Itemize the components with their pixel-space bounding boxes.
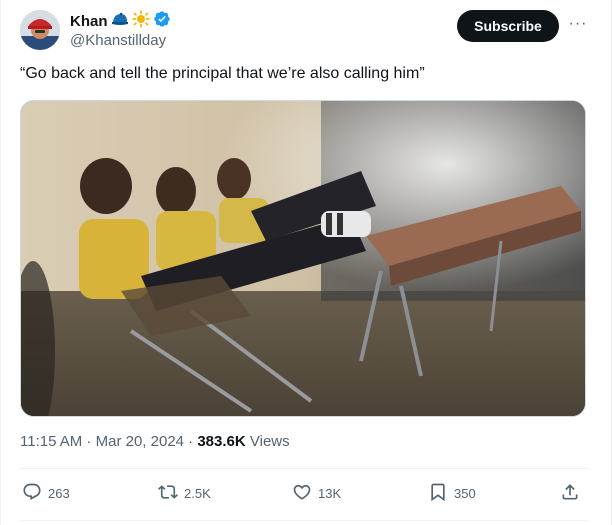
- author-handle[interactable]: @Khanstillday: [70, 32, 171, 49]
- heart-icon: [292, 482, 312, 505]
- share-button[interactable]: [560, 478, 580, 508]
- bookmark-count: 350: [454, 485, 476, 501]
- tweet-header: Khan @Khanstillday Subscribe ···: [20, 8, 595, 52]
- repost-button[interactable]: 2.5K: [158, 478, 211, 508]
- subscribe-button[interactable]: Subscribe: [457, 10, 559, 42]
- like-button[interactable]: 13K: [292, 478, 341, 508]
- reply-count: 263: [48, 485, 70, 501]
- views-count: 383.6K: [197, 433, 246, 450]
- tweet-date[interactable]: Mar 20, 2024: [96, 433, 184, 450]
- repost-icon: [158, 482, 178, 505]
- author-names: Khan @Khanstillday: [70, 10, 171, 49]
- tweet-actions: 263 2.5K 13K 350: [20, 478, 588, 508]
- repost-count: 2.5K: [184, 485, 211, 501]
- meta-separator: ·: [184, 433, 198, 450]
- tweet-text: “Go back and tell the principal that we’…: [20, 65, 425, 82]
- blue-cap-emoji-icon: [111, 11, 129, 32]
- display-name[interactable]: Khan: [70, 13, 108, 30]
- left-border: [0, 0, 1, 525]
- tweet-meta: 11:15 AM · Mar 20, 2024 · 383.6K Views: [20, 433, 290, 450]
- tweet-media-image[interactable]: [20, 100, 586, 417]
- bookmark-button[interactable]: 350: [428, 478, 476, 508]
- reply-icon: [22, 482, 42, 505]
- avatar[interactable]: [20, 10, 60, 50]
- sun-emoji-icon: [132, 10, 150, 33]
- reply-button[interactable]: 263: [22, 478, 70, 508]
- right-border: [611, 0, 612, 525]
- more-options-icon[interactable]: ···: [568, 14, 588, 34]
- views-label: Views: [245, 433, 290, 450]
- divider: [20, 468, 588, 469]
- share-icon: [560, 482, 580, 505]
- bookmark-icon: [428, 482, 448, 505]
- like-count: 13K: [318, 485, 342, 501]
- verified-badge-icon[interactable]: [153, 10, 171, 33]
- tweet-time[interactable]: 11:15 AM: [20, 433, 82, 450]
- meta-separator: ·: [82, 433, 96, 450]
- divider: [20, 520, 588, 521]
